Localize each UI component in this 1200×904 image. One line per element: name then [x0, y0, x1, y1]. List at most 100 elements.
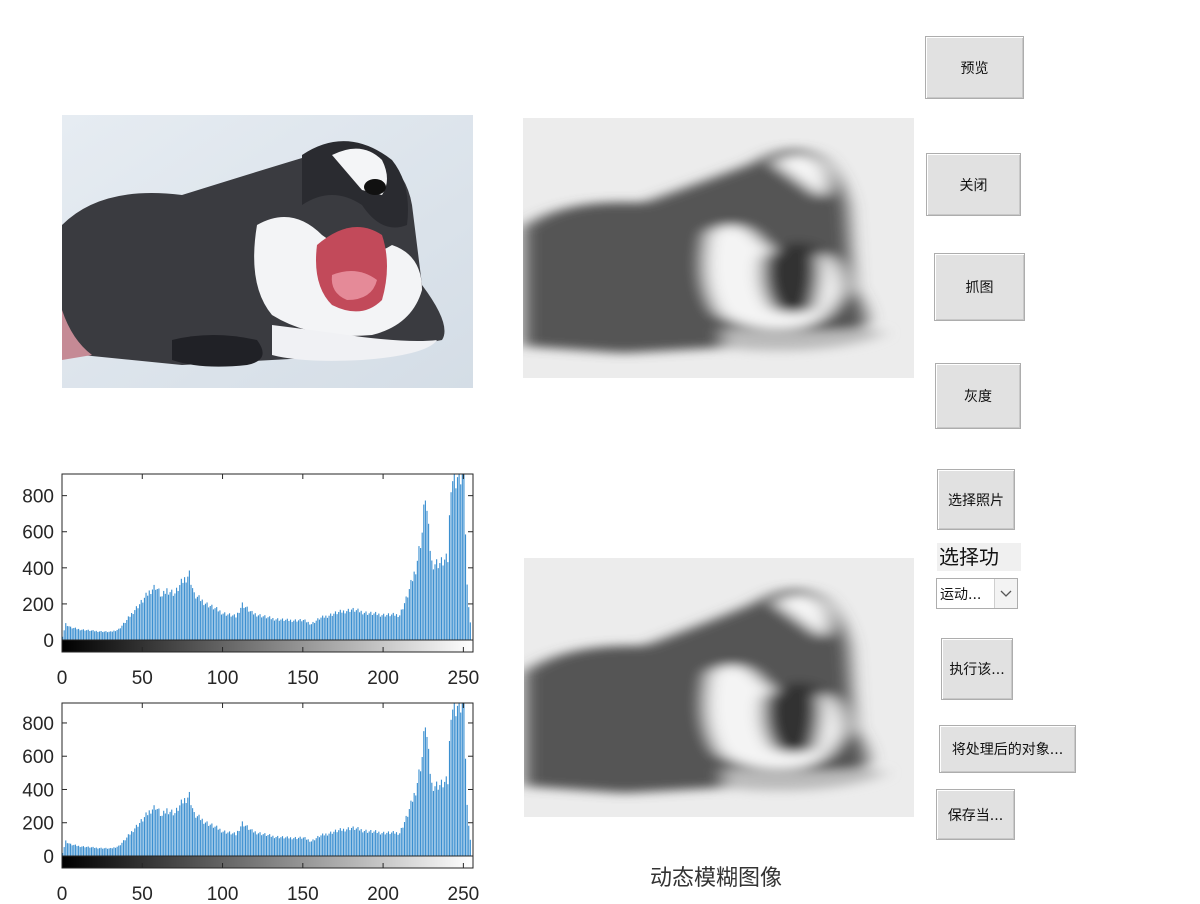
- histogram-bar: [363, 612, 365, 640]
- histogram-bar: [322, 615, 324, 640]
- histogram-bar: [208, 825, 210, 856]
- histogram-bar: [272, 835, 274, 856]
- histogram-bar: [277, 835, 279, 856]
- histogram-bar: [177, 591, 179, 640]
- histogram-bar: [145, 812, 147, 856]
- histogram-bar: [233, 832, 235, 856]
- choose-photo-button[interactable]: 选择照片: [937, 469, 1015, 530]
- histogram-bar: [82, 846, 84, 856]
- histogram-bar: [383, 831, 385, 856]
- histogram-bar: [275, 619, 277, 640]
- histogram-bar: [103, 631, 105, 640]
- histogram-bar: [299, 619, 301, 640]
- histogram-bar: [461, 703, 463, 856]
- histogram-bar: [224, 830, 226, 856]
- histogram-bar: [237, 830, 239, 856]
- histogram-bar: [289, 619, 292, 640]
- histogram-bar: [241, 821, 243, 856]
- histogram-bar: [113, 630, 115, 640]
- histogram-bar: [272, 618, 274, 640]
- histogram-bar: [371, 832, 373, 856]
- histogram-bar: [317, 835, 319, 856]
- histogram-bar: [103, 848, 105, 856]
- histogram-bar: [278, 838, 280, 856]
- histogram-bar: [315, 838, 317, 856]
- histogram-bar: [184, 577, 186, 640]
- histogram-bar: [216, 607, 218, 640]
- histogram-bar: [330, 613, 332, 640]
- histogram-bar: [123, 622, 125, 640]
- histogram-bar: [209, 824, 211, 856]
- histogram-bar: [126, 619, 128, 640]
- histogram-bar: [102, 632, 104, 640]
- histogram-bar: [105, 631, 107, 640]
- histogram-bar: [190, 584, 192, 640]
- histogram-bar: [135, 824, 137, 856]
- histogram-bar: [428, 523, 430, 640]
- histogram-bar: [111, 848, 113, 856]
- gray-button[interactable]: 灰度: [935, 363, 1021, 429]
- y-tick-label: 0: [43, 631, 54, 652]
- histogram-bar: [87, 846, 89, 856]
- y-tick-label: 800: [22, 487, 54, 508]
- histogram-bar: [310, 624, 312, 640]
- histogram-bar: [468, 607, 470, 640]
- histogram-bar: [153, 584, 155, 640]
- function-dropdown[interactable]: 运动...: [936, 578, 1018, 609]
- execute-button[interactable]: 执行该...: [941, 638, 1013, 700]
- histogram-bar: [121, 625, 123, 640]
- histogram-bar: [440, 557, 443, 640]
- histogram-bar: [386, 614, 388, 640]
- histogram-bar: [315, 620, 317, 640]
- histogram-bar: [423, 731, 425, 856]
- histogram-bar: [174, 593, 176, 640]
- histogram-bar: [275, 837, 277, 856]
- histogram-bar: [281, 836, 284, 856]
- histogram-bar: [439, 785, 441, 856]
- histogram-bar: [450, 719, 452, 856]
- preview-button[interactable]: 预览: [925, 36, 1024, 99]
- histogram-bar: [163, 590, 165, 640]
- close-button[interactable]: 关闭: [926, 153, 1021, 216]
- save-current-button[interactable]: 保存当...: [936, 789, 1015, 840]
- send-processed-button[interactable]: 将处理后的对象...: [939, 725, 1076, 773]
- histogram-bar: [232, 615, 234, 640]
- capture-button[interactable]: 抓图: [934, 253, 1025, 321]
- histogram-bar: [420, 771, 422, 856]
- histogram-bar: [147, 815, 149, 856]
- histogram-bar: [426, 736, 428, 856]
- histogram-bar: [373, 613, 375, 640]
- histogram-bar: [254, 831, 256, 856]
- select-function-label: 选择功: [937, 543, 1021, 571]
- histogram-bar: [307, 839, 309, 856]
- histogram-bar: [113, 847, 115, 856]
- histogram-bar: [408, 809, 410, 856]
- histogram-bar: [299, 836, 301, 856]
- histogram-bar: [314, 622, 316, 640]
- histogram-bar: [333, 831, 335, 856]
- histogram-bar: [397, 617, 399, 640]
- histogram-bar: [248, 611, 250, 640]
- histogram-bar: [455, 488, 457, 640]
- histogram-bar: [257, 615, 259, 640]
- histogram-bar: [84, 847, 86, 856]
- histogram-bar: [95, 847, 97, 856]
- histogram-bar: [151, 809, 154, 856]
- histogram-bar: [70, 626, 72, 640]
- histogram-bar: [349, 611, 351, 640]
- histogram-bar: [246, 825, 248, 856]
- histogram-bar: [317, 618, 319, 640]
- histogram-bar: [357, 608, 359, 640]
- histogram-bar: [116, 846, 118, 856]
- histogram-bar: [134, 610, 136, 640]
- histogram-bar: [140, 819, 142, 856]
- histogram-bar: [256, 834, 258, 856]
- histogram-bar: [76, 629, 78, 640]
- chevron-down-icon[interactable]: [994, 579, 1017, 608]
- histogram-colorbar: [61, 639, 474, 653]
- histogram-bar: [367, 614, 369, 640]
- histogram-bar: [90, 847, 93, 856]
- histogram-bar: [256, 616, 258, 640]
- histogram-bar: [222, 831, 224, 856]
- histogram-bar: [238, 612, 240, 640]
